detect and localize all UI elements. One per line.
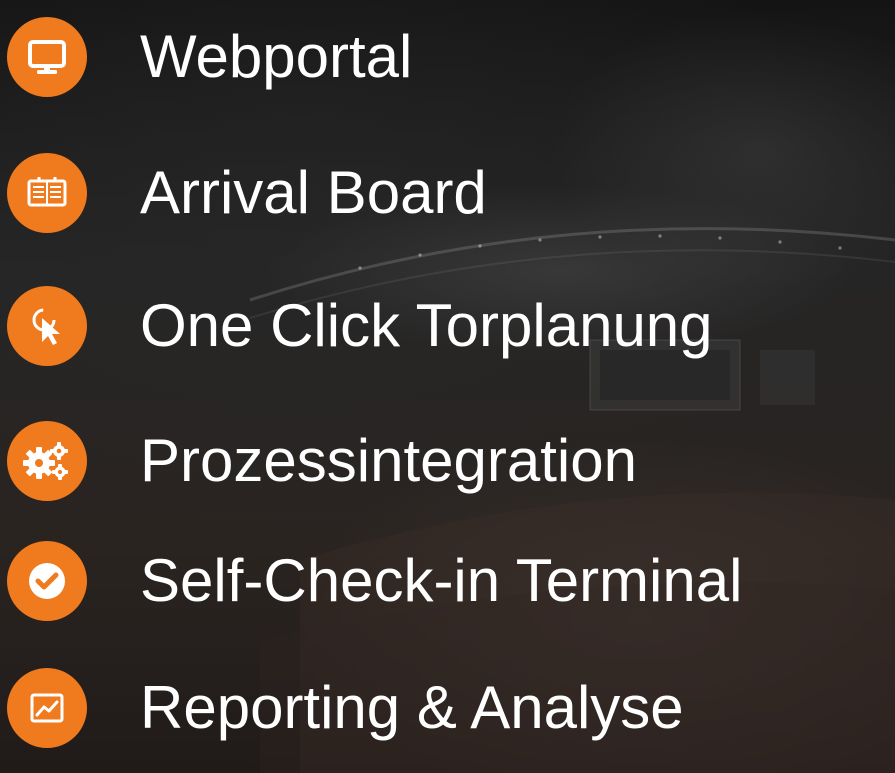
feature-item-prozessintegration: Prozessintegration xyxy=(7,421,887,501)
gears-icon xyxy=(7,421,87,501)
checkmark-icon xyxy=(7,541,87,621)
feature-label: Reporting & Analyse xyxy=(140,674,684,741)
feature-item-webportal: Webportal xyxy=(7,17,887,97)
feature-item-reporting-analyse: Reporting & Analyse xyxy=(7,668,887,748)
board-icon xyxy=(7,153,87,233)
feature-item-self-check-in-terminal: Self-Check-in Terminal xyxy=(7,541,887,621)
chart-icon xyxy=(7,668,87,748)
feature-label: One Click Torplanung xyxy=(140,292,713,359)
feature-label: Prozessintegration xyxy=(140,427,637,494)
feature-list: Webportal Arrival Board One Click Torpla… xyxy=(0,0,895,773)
feature-item-arrival-board: Arrival Board xyxy=(7,153,887,233)
feature-label: Arrival Board xyxy=(140,159,487,226)
feature-item-one-click-torplanung: One Click Torplanung xyxy=(7,286,887,366)
feature-label: Webportal xyxy=(140,23,413,90)
click-cursor-icon xyxy=(7,286,87,366)
feature-label: Self-Check-in Terminal xyxy=(140,547,743,614)
monitor-icon xyxy=(7,17,87,97)
